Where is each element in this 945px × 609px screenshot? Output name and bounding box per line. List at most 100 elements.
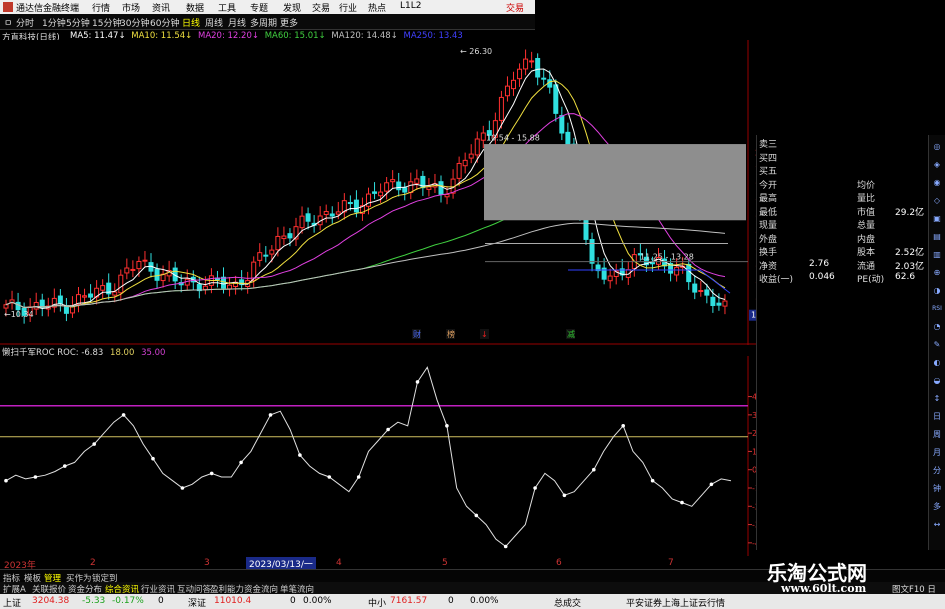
period-item-active[interactable]: 日线 — [182, 16, 200, 29]
axis-month: 4 — [336, 558, 342, 568]
period-item[interactable]: 30分钟 — [120, 16, 149, 29]
candle-body — [686, 263, 692, 283]
roc-point — [415, 380, 420, 384]
index-sz-label[interactable]: 深证 — [188, 596, 206, 609]
toolbar-tool-icon[interactable]: 月 — [931, 447, 943, 459]
toolbar-tool-icon[interactable]: ◇ — [931, 195, 943, 207]
menu-item[interactable]: 发现 — [283, 1, 301, 14]
toolbar-tool-icon[interactable]: 日 — [931, 411, 943, 423]
toolbar-tool-icon[interactable]: ▥ — [931, 249, 943, 261]
quote-row: 收益(一) 0.046 PE(动) 62.6 — [757, 272, 927, 285]
index-zx-label[interactable]: 中小 — [368, 596, 386, 609]
index-sh-change: -5.33 — [82, 596, 106, 606]
menu-item[interactable]: L1L2 — [400, 1, 421, 11]
roc-indicator-chart[interactable]: 40.0030.0020.0010.000.00-10.00-20.00-30.… — [0, 356, 756, 556]
toolbar-tool-icon[interactable]: ▤ — [931, 231, 943, 243]
toolbar-tool-icon[interactable]: ◎ — [931, 141, 943, 153]
period-item[interactable]: 1分钟 — [42, 16, 66, 29]
event-marker: ↓ — [481, 330, 488, 339]
candle-body — [275, 235, 281, 251]
toolbar-tool-icon[interactable]: ◑ — [931, 285, 943, 297]
roc-point — [4, 478, 8, 483]
toolbar-tool-icon[interactable]: 多 — [931, 501, 943, 513]
candle-body — [3, 304, 9, 309]
toolbar-tool-icon[interactable]: ↕ — [931, 393, 943, 405]
menu-item[interactable]: 资讯 — [152, 1, 170, 14]
candle-body — [468, 153, 474, 159]
menu-item[interactable]: 专题 — [250, 1, 268, 14]
period-item[interactable]: 更多 — [280, 16, 298, 29]
roc-point — [709, 482, 714, 487]
quote-row: 最高 量比 — [757, 191, 927, 204]
index-zx-pct: 0.00% — [470, 596, 499, 606]
menu-item[interactable]: 市场 — [122, 1, 140, 14]
quote-row: 最低 市值 29.2亿 — [757, 205, 927, 218]
index-sh-label[interactable]: 上证 — [3, 596, 21, 609]
toolbar-tool-icon[interactable]: ◉ — [931, 177, 943, 189]
menu-item[interactable]: 工具 — [218, 1, 236, 14]
quote-label: 外盘 — [759, 234, 778, 245]
candle-body — [118, 274, 124, 294]
quote-label: 均价 — [857, 180, 876, 191]
toolbar-tool-icon[interactable]: ◒ — [931, 375, 943, 387]
toolbar-tool-icon[interactable]: ▣ — [931, 213, 943, 225]
toolbar-tool-icon[interactable]: 钟 — [931, 483, 943, 495]
quote-row: 换手 股本 2.52亿 — [757, 245, 927, 258]
range-label: 10.54 - 15.88 — [486, 133, 540, 142]
toolbar-tool-icon[interactable]: ✎ — [931, 339, 943, 351]
menu-item[interactable]: 数据 — [186, 1, 204, 14]
toolbar-tool-icon[interactable]: RSI — [931, 303, 943, 315]
candle-body — [523, 58, 529, 70]
index-zx-change: 0 — [448, 596, 454, 606]
quote-label: 今开 — [759, 180, 778, 191]
roc-point — [268, 413, 273, 417]
candle-body — [426, 186, 432, 190]
period-item[interactable]: 5分钟 — [66, 16, 90, 29]
event-marker: 减 — [567, 329, 575, 339]
period-item[interactable]: 60分钟 — [150, 16, 179, 29]
period-toolbar: ㅁ 分时 1分钟 5分钟 15分钟 30分钟 60分钟 日线 周线 月线 多周期… — [0, 14, 535, 30]
candle-body — [299, 215, 305, 229]
menu-item[interactable]: 行业 — [339, 1, 357, 14]
roc-point — [445, 424, 449, 428]
roc-point — [386, 427, 390, 432]
quote-label: 总量 — [857, 221, 876, 231]
menu-item[interactable]: 行情 — [92, 1, 110, 14]
period-item[interactable]: 周线 — [205, 16, 223, 29]
period-item[interactable]: 分时 — [16, 16, 34, 29]
quote-row: 外盘 内盘 — [757, 232, 927, 245]
date-axis: 2023年 2 3 2023/03/13/一 4 5 6 7 — [0, 557, 756, 571]
period-item[interactable]: 月线 — [228, 16, 246, 29]
quote-value: 2.76 — [809, 258, 830, 269]
toolbar-tool-icon[interactable]: 分 — [931, 465, 943, 477]
candle-body — [722, 300, 728, 307]
toolbar-tool-icon[interactable]: 周 — [931, 429, 943, 441]
candle-body — [529, 60, 535, 63]
roc-point — [239, 460, 243, 465]
toolbar-tool-icon[interactable]: ◐ — [931, 357, 943, 369]
menu-item[interactable]: 交易 — [312, 1, 330, 14]
menu-item[interactable]: 热点 — [368, 1, 386, 14]
toolbar-tool-icon[interactable]: ◔ — [931, 321, 943, 333]
app-window: 通达信金融终端 行情 市场 资讯 数据 工具 专题 发现 交易 行业 热点 L1… — [0, 0, 945, 609]
app-logo-icon — [3, 2, 13, 12]
toolbar-tool-icon[interactable]: ↔ — [931, 519, 943, 531]
range-box — [484, 144, 746, 221]
candle-body — [263, 254, 269, 257]
toolbar-tool-icon[interactable]: ◈ — [931, 159, 943, 171]
roc-point — [680, 500, 684, 505]
trade-button[interactable]: 交易 — [506, 1, 524, 14]
event-marker: 榜 — [447, 329, 455, 339]
candle-body — [692, 283, 698, 293]
candlestick-chart[interactable]: ← 26.30←10.3410.54 - 15.8811.25 - 13.282… — [0, 40, 756, 345]
candle-body — [112, 291, 118, 296]
quote-row: 买五 — [757, 164, 927, 177]
period-item[interactable]: 多周期 — [250, 16, 277, 29]
toolbar-tool-icon[interactable]: ⊕ — [931, 267, 943, 279]
roc-point — [621, 424, 625, 428]
candle-body — [438, 181, 444, 195]
period-item[interactable]: ㅁ — [4, 16, 12, 29]
quote-label: 买四 — [759, 153, 778, 164]
period-item[interactable]: 15分钟 — [92, 16, 121, 29]
candle-body — [474, 138, 480, 156]
